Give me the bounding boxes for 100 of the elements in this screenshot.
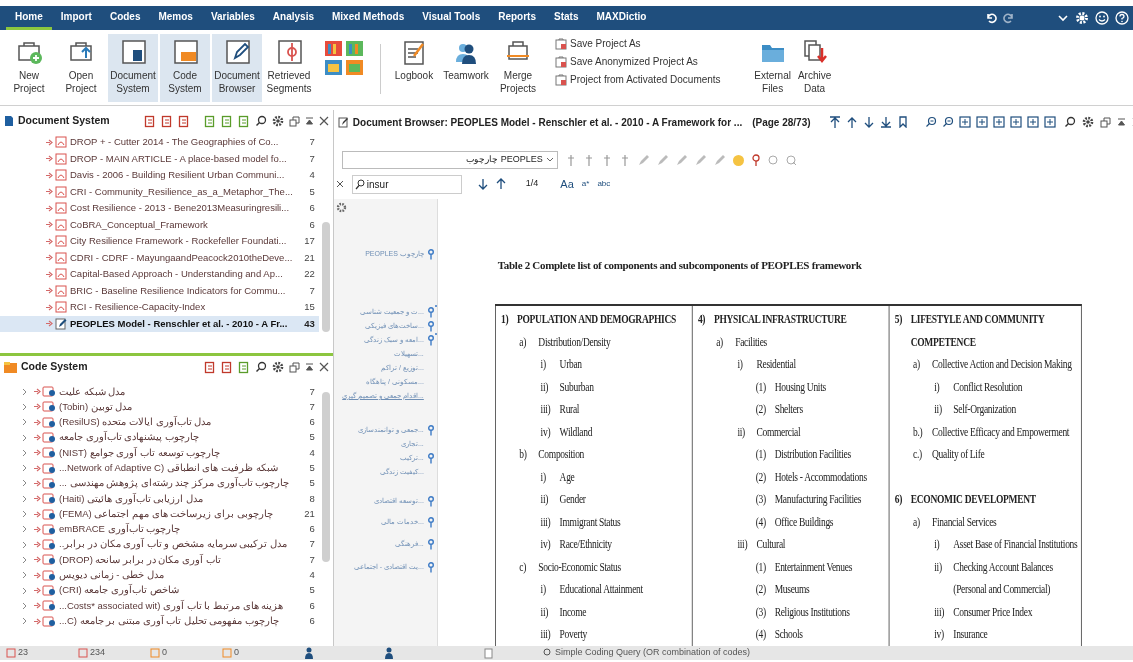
document-row[interactable]: Capital-Based Approach - Understanding and Ap... 22 [0, 266, 319, 283]
code-pin-icon[interactable] [426, 307, 435, 318]
ribbon-button[interactable]: Document System [108, 34, 158, 102]
chevron-down-icon[interactable] [1057, 12, 1069, 24]
document-row[interactable]: RCI - Resilience-Capacity-Index 15 [0, 299, 319, 316]
user-icon[interactable] [304, 647, 314, 659]
redo-icon[interactable] [1003, 12, 1015, 24]
document-row[interactable]: PEOPLES Model - Renschler et al. - 2010 - A Fr... 43 [0, 315, 319, 332]
table-item: Distribution Facilities [774, 446, 851, 463]
search-icon[interactable] [1063, 116, 1076, 128]
layout-grid-icon[interactable] [324, 40, 364, 76]
code-icon [42, 477, 56, 489]
settings-icon[interactable] [271, 115, 284, 127]
document-row[interactable]: CoBRA_Conceptual_Framework 6 [0, 216, 319, 233]
search-option[interactable]: abc [597, 178, 611, 190]
menu-tab[interactable]: Import [51, 6, 101, 30]
collapse-icon[interactable] [304, 361, 314, 373]
undo-icon[interactable] [985, 12, 997, 24]
arrow-icon [46, 303, 53, 311]
zoom-in-icon[interactable] [924, 116, 937, 128]
menu-tab[interactable]: Home [6, 6, 52, 30]
collapse-icon[interactable] [304, 115, 314, 127]
document-row[interactable]: Davis - 2006 - Building Resilient Urban Communi... 4 [0, 167, 319, 184]
document-row[interactable]: Cost Resilience - 2013 - Bene2013Measuringresili... 6 [0, 200, 319, 217]
undock-icon[interactable] [288, 361, 300, 373]
menu-tab[interactable]: Mixed Methods [323, 6, 414, 30]
menu-tab[interactable]: Codes [100, 6, 150, 30]
ribbon-button[interactable]: Teamwork [441, 34, 491, 102]
code-pin-icon[interactable] [426, 425, 435, 436]
import-icon[interactable] [203, 114, 216, 128]
menu-tab[interactable]: Visual Tools [413, 6, 490, 30]
code-dropdown[interactable]: PEOPLES چارچوب [341, 151, 558, 169]
document-row[interactable]: BRIC - Baseline Resilience Indicators for Commu... 7 [0, 282, 319, 299]
document-row[interactable]: City Resilience Framework - Rockefeller Foundati... 17 [0, 233, 319, 250]
bookmark-icon[interactable] [896, 116, 909, 128]
code-pin-icon[interactable] [426, 496, 435, 507]
pin-icon[interactable] [750, 153, 761, 167]
close-icon[interactable] [335, 180, 344, 188]
ribbon-button[interactable]: Code System [160, 34, 210, 102]
documents-icon[interactable] [143, 114, 156, 128]
menu-tab[interactable]: Reports [489, 6, 545, 30]
last-page-icon[interactable] [879, 116, 892, 128]
code-pin-icon[interactable] [426, 517, 435, 528]
ribbon-button[interactable]: Document Browser [212, 34, 262, 102]
document-filter-icon[interactable] [177, 114, 190, 128]
scrollbar-thumb[interactable] [321, 392, 330, 562]
menu-tab[interactable]: Analysis [263, 6, 323, 30]
close-icon[interactable] [318, 362, 329, 372]
menu-tab[interactable]: Memos [149, 6, 202, 30]
undock-icon[interactable] [1099, 116, 1111, 128]
code-filter-icon[interactable] [220, 360, 233, 374]
settings-icon[interactable] [1081, 116, 1094, 128]
menu-tab[interactable]: MAXDictio [587, 6, 656, 30]
menu-command[interactable]: Save Anonymized Project As [555, 54, 721, 69]
menu-command[interactable]: Project from Activated Documents [555, 72, 721, 87]
collapse-icon[interactable] [1116, 116, 1126, 128]
document-row[interactable]: DROP + - Cutter 2014 - The Geographies of Co... 7 [0, 134, 319, 151]
scrollbar-thumb[interactable] [321, 222, 330, 332]
code-pin-icon[interactable] [426, 249, 435, 260]
next-icon[interactable] [862, 116, 875, 128]
code-pin-icon[interactable] [426, 321, 435, 332]
code-pin-icon[interactable] [426, 453, 435, 464]
code-pin-icon[interactable] [426, 539, 435, 550]
settings-icon[interactable] [271, 361, 284, 373]
user-icon[interactable] [384, 647, 394, 659]
search-icon[interactable] [254, 361, 267, 373]
document-row[interactable]: CDRI - CDRF - MayungaandPeacock2010theDeve... 21 [0, 249, 319, 266]
first-page-icon[interactable] [828, 116, 841, 128]
ribbon-button[interactable]: Logbook [389, 34, 439, 102]
arrow-up-icon[interactable] [495, 178, 506, 190]
code-pin-icon[interactable] [426, 562, 435, 573]
ribbon-button[interactable]: Archive Data [794, 34, 835, 102]
undock-icon[interactable] [288, 115, 300, 127]
new-document-icon[interactable] [220, 114, 233, 128]
search-field[interactable]: insur [351, 174, 462, 194]
menu-tab[interactable]: Stats [545, 6, 588, 30]
ribbon-button[interactable]: Merge Projects [493, 34, 543, 102]
document-count-icon [6, 648, 16, 658]
search-icon [354, 178, 365, 190]
document-row[interactable]: CRI - Community_Resilience_as_a_Metaphor_The... 5 [0, 183, 319, 200]
menu-command[interactable]: Save Project As [555, 36, 721, 51]
close-icon[interactable] [318, 116, 329, 126]
code-folder-icon[interactable] [203, 360, 216, 374]
code-pin-icon[interactable] [426, 335, 435, 346]
search-option[interactable]: a* [581, 178, 590, 190]
settings-icon[interactable] [335, 202, 347, 213]
search-option[interactable]: Aa [560, 175, 574, 193]
smiley-icon[interactable] [1095, 11, 1109, 25]
menu-tab[interactable]: Variables [201, 6, 264, 30]
ribbon-button[interactable]: Open Project [56, 34, 106, 102]
ribbon-button[interactable]: New Project [4, 34, 54, 102]
zoom-out-icon[interactable] [941, 116, 954, 128]
arrow-down-icon[interactable] [477, 178, 488, 190]
document-row[interactable]: DROP - MAIN ARTICLE - A place-based model fo... 7 [0, 150, 319, 167]
ribbon-button[interactable]: External Files [752, 34, 793, 102]
copy-icon[interactable] [160, 114, 173, 128]
search-icon[interactable] [254, 115, 267, 127]
previous-icon[interactable] [845, 116, 858, 128]
ribbon-button[interactable]: Retrieved Segments [264, 34, 314, 102]
help-icon[interactable] [1115, 11, 1129, 25]
